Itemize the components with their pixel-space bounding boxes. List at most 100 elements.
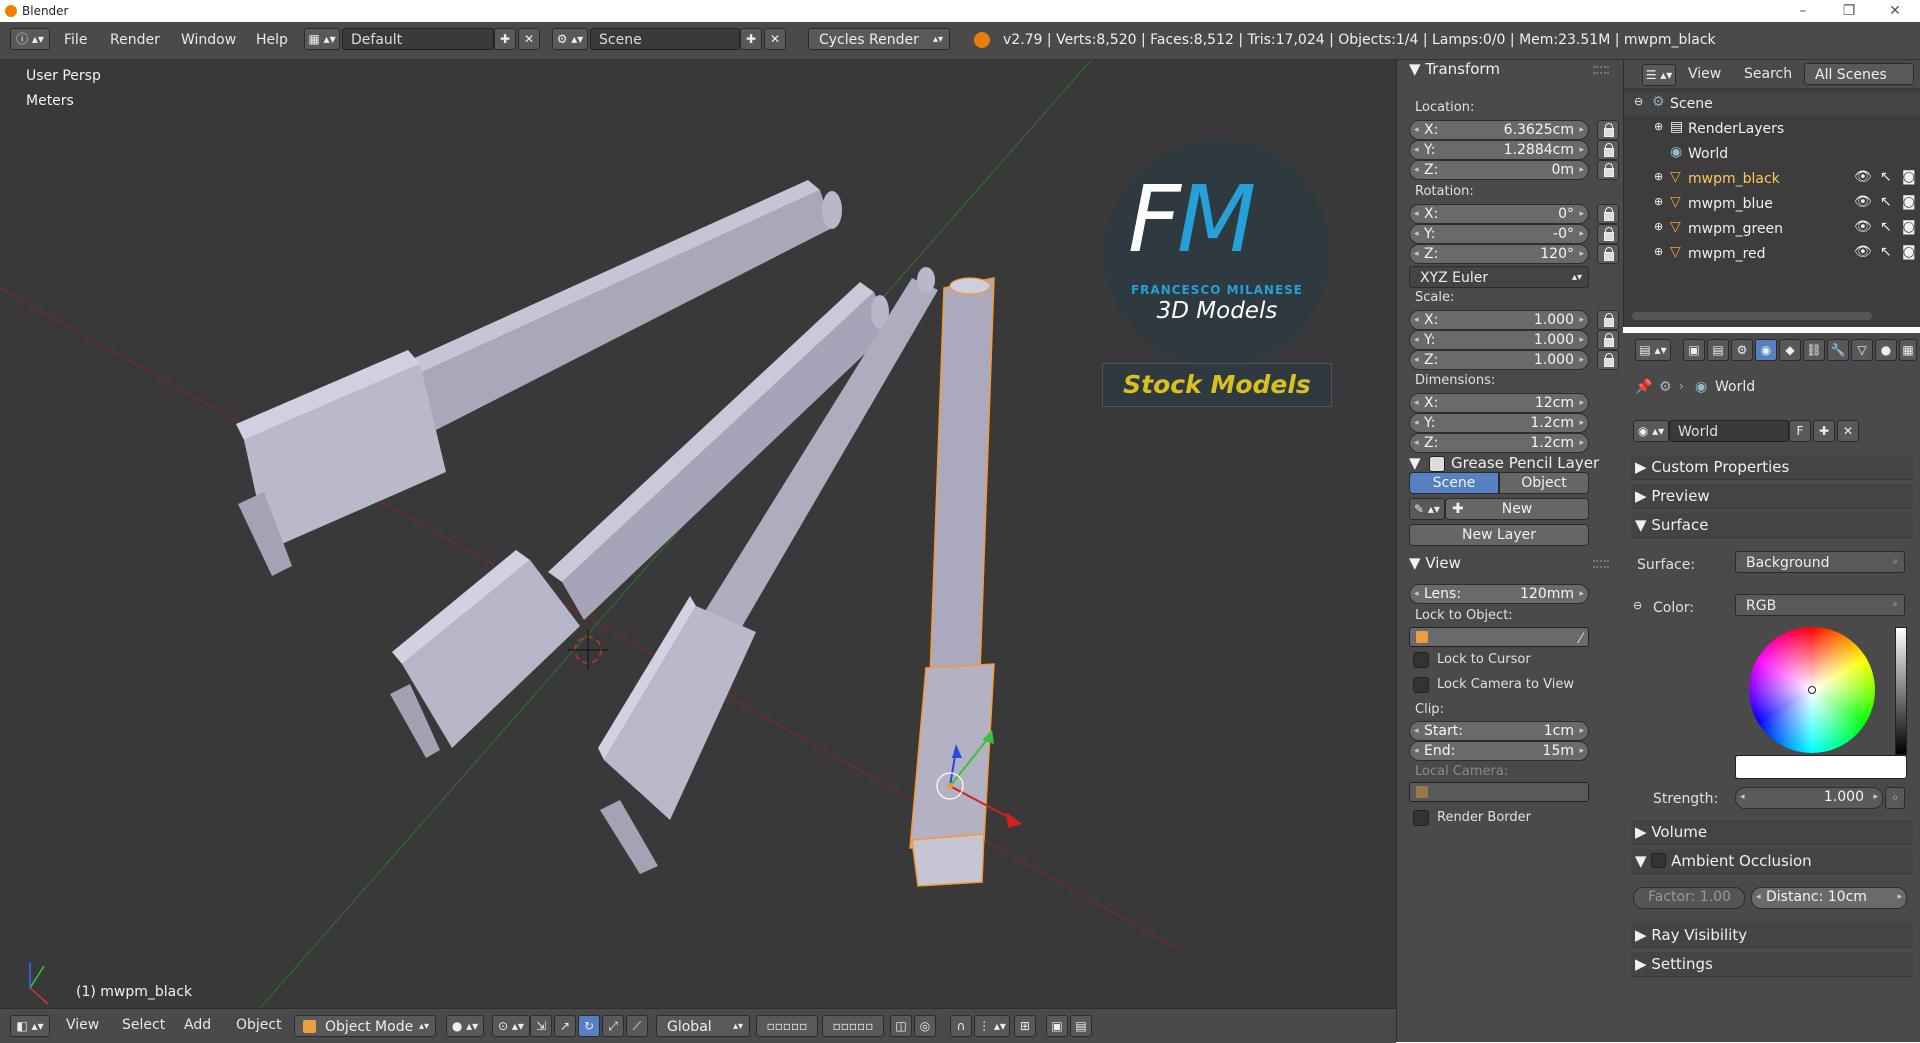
outliner-item-mwpm-red[interactable]: ⊕ ▽ mwpm_red 👁 ↖ ◙ [1624, 242, 1920, 267]
grease-enable-checkbox[interactable] [1429, 456, 1445, 472]
world-name-field[interactable]: World [1669, 420, 1789, 442]
section-custom-properties[interactable]: ▶ Custom Properties [1631, 455, 1913, 480]
lock-cursor-checkbox[interactable] [1413, 652, 1429, 668]
expand-icon[interactable]: ⊕ [1654, 195, 1663, 208]
scene-tab-icon[interactable]: ⚙ [1731, 339, 1753, 361]
delete-screen-icon[interactable]: ✕ [518, 28, 540, 50]
eye-icon[interactable]: 👁 [1854, 244, 1872, 260]
lock-icon[interactable] [1597, 224, 1619, 244]
modifiers-tab-icon[interactable]: 🔧 [1827, 339, 1849, 361]
orientation-select[interactable]: Global ▴▾ [656, 1015, 750, 1037]
color-swatch[interactable] [1735, 755, 1907, 779]
pivot-point-icon[interactable]: ⊙ ▴▾ [492, 1015, 530, 1037]
dimensions-y-field[interactable]: ◂ Y: 1.2cm ▸ [1409, 413, 1589, 433]
expand-icon[interactable]: ⊕ [1654, 120, 1663, 133]
editor-type-properties-icon[interactable]: ▤ ▴▾ [1635, 339, 1671, 361]
scale-y-field[interactable]: ◂ Y: 1.000 ▸ [1409, 330, 1589, 350]
outliner-item-mwpm-black[interactable]: ⊕ ▽ mwpm_black 👁 ↖ ◙ [1624, 167, 1920, 192]
delete-scene-icon[interactable]: ✕ [764, 28, 786, 50]
minimize-button[interactable]: – [1780, 0, 1826, 22]
layers-grid-b-icon[interactable]: ▫▫▫▫▫ [822, 1015, 884, 1037]
data-tab-icon[interactable]: ▽ [1851, 339, 1873, 361]
add-screen-icon[interactable]: ✚ [494, 28, 516, 50]
proportional-edit-icon[interactable]: ◎ [914, 1015, 936, 1037]
unlink-world-icon[interactable]: ✕ [1837, 420, 1859, 442]
object-tab-icon[interactable]: ◆ [1779, 339, 1801, 361]
lock-icon[interactable] [1597, 204, 1619, 224]
color-mode-select[interactable]: RGB ◦ [1735, 594, 1905, 616]
outliner-filter-select[interactable]: All Scenes [1804, 63, 1914, 85]
lens-field[interactable]: ◂ Lens: 120mm ▸ [1409, 584, 1589, 604]
menu-window[interactable]: Window [181, 32, 236, 48]
marker-object-3[interactable] [598, 267, 938, 874]
strength-field[interactable]: ◂ 1.000 ▸ [1735, 787, 1883, 809]
lock-icon[interactable] [1597, 140, 1619, 160]
panel-grease-header[interactable]: ▼ [1409, 454, 1421, 472]
cursor-select-icon[interactable]: ↖ [1880, 169, 1892, 185]
menu-render[interactable]: Render [110, 32, 160, 48]
editor-type-info-icon[interactable]: ⓘ ▴▾ [10, 28, 50, 50]
section-surface[interactable]: ▼ Surface [1631, 513, 1913, 538]
snap-element-icon[interactable]: ⋮ ▴▾ [974, 1015, 1010, 1037]
color-wheel[interactable] [1749, 627, 1875, 753]
section-preview[interactable]: ▶ Preview [1631, 484, 1913, 509]
mode-select[interactable]: Object Mode ▴▾ [294, 1015, 436, 1037]
link-socket-icon[interactable]: ◦ [1885, 787, 1905, 809]
cursor-select-icon[interactable]: ↖ [1880, 194, 1892, 210]
screen-layout-field[interactable]: Default [342, 28, 494, 50]
snap-target-icon[interactable]: ⊞ [1014, 1015, 1036, 1037]
eye-icon[interactable]: 👁 [1854, 169, 1872, 185]
drag-handle-icon[interactable] [1593, 560, 1609, 568]
snap-magnet-icon[interactable]: ∩ [950, 1015, 972, 1037]
section-volume[interactable]: ▶ Volume [1631, 820, 1913, 845]
new-layer-button[interactable]: New Layer [1409, 524, 1589, 546]
marker-object-1[interactable] [236, 180, 842, 576]
lock-icon[interactable] [1597, 310, 1619, 330]
world-browse-icon[interactable]: ◉ ▴▾ [1633, 420, 1669, 442]
render-tab-icon[interactable]: ▣ [1683, 339, 1705, 361]
outliner-item-world[interactable]: ◉ World [1624, 142, 1920, 167]
rotation-z-field[interactable]: ◂ Z: 120° ▸ [1409, 244, 1589, 264]
world-tab-icon[interactable]: ◉ [1755, 339, 1777, 361]
viewport-shading-icon[interactable]: ● ▴▾ [446, 1015, 484, 1037]
menu-help[interactable]: Help [256, 32, 288, 48]
constraints-tab-icon[interactable]: ⛓ [1803, 339, 1825, 361]
panel-transform-header[interactable]: ▼ Transform [1409, 60, 1500, 78]
collapse-icon[interactable]: ⊖ [1634, 95, 1643, 108]
rotate-icon[interactable]: ↻ [578, 1015, 600, 1037]
rotation-y-field[interactable]: ◂ Y: -0° ▸ [1409, 224, 1589, 244]
rotation-x-field[interactable]: ◂ X: 0° ▸ [1409, 204, 1589, 224]
add-world-icon[interactable]: ✚ [1813, 420, 1835, 442]
screen-layout-icon[interactable]: ▦ ▴▾ [304, 28, 340, 50]
outliner-item-renderlayers[interactable]: ⊕ ▤ RenderLayers [1624, 117, 1920, 142]
drag-handle-icon[interactable] [1593, 66, 1609, 74]
ao-distance-field[interactable]: ◂ Distanc: 10cm ▸ [1751, 887, 1907, 909]
ao-checkbox[interactable] [1651, 853, 1667, 868]
camera-render-icon[interactable]: ◙ [1902, 194, 1916, 210]
outliner-item-scene[interactable]: ⊖ ⚙ Scene [1624, 92, 1920, 117]
menu-add[interactable]: Add [184, 1017, 211, 1033]
location-z-field[interactable]: ◂ Z: 0m ▸ [1409, 160, 1589, 180]
camera-render-icon[interactable]: ◙ [1902, 219, 1916, 235]
camera-render-icon[interactable]: ◙ [1902, 169, 1916, 185]
camera-render-icon[interactable]: ◙ [1902, 244, 1916, 260]
outliner-scrollbar[interactable] [1632, 312, 1872, 320]
expand-icon[interactable]: ⊕ [1654, 170, 1663, 183]
cursor-select-icon[interactable]: ↖ [1880, 244, 1892, 260]
scale-x-field[interactable]: ◂ X: 1.000 ▸ [1409, 310, 1589, 330]
pin-icon[interactable]: 📌 [1635, 379, 1652, 395]
outliner-item-mwpm-blue[interactable]: ⊕ ▽ mwpm_blue 👁 ↖ ◙ [1624, 192, 1920, 217]
clip-end-field[interactable]: ◂ End: 15m ▸ [1409, 741, 1589, 761]
lock-icon[interactable] [1597, 120, 1619, 140]
fake-user-button[interactable]: F [1789, 420, 1811, 442]
color-picker-handle[interactable] [1808, 686, 1816, 694]
outliner-item-mwpm-green[interactable]: ⊕ ▽ mwpm_green 👁 ↖ ◙ [1624, 217, 1920, 242]
lock-camera-checkbox[interactable] [1413, 677, 1429, 693]
maximize-button[interactable]: ❐ [1826, 0, 1872, 22]
lock-icon[interactable] [1597, 350, 1619, 370]
grease-tab-scene[interactable]: Scene [1409, 472, 1499, 494]
value-slider[interactable] [1895, 627, 1907, 755]
lock-icon[interactable] [1597, 244, 1619, 264]
close-window-button[interactable]: ✕ [1872, 0, 1918, 22]
lock-object-field[interactable]: ⁄ [1409, 627, 1589, 647]
